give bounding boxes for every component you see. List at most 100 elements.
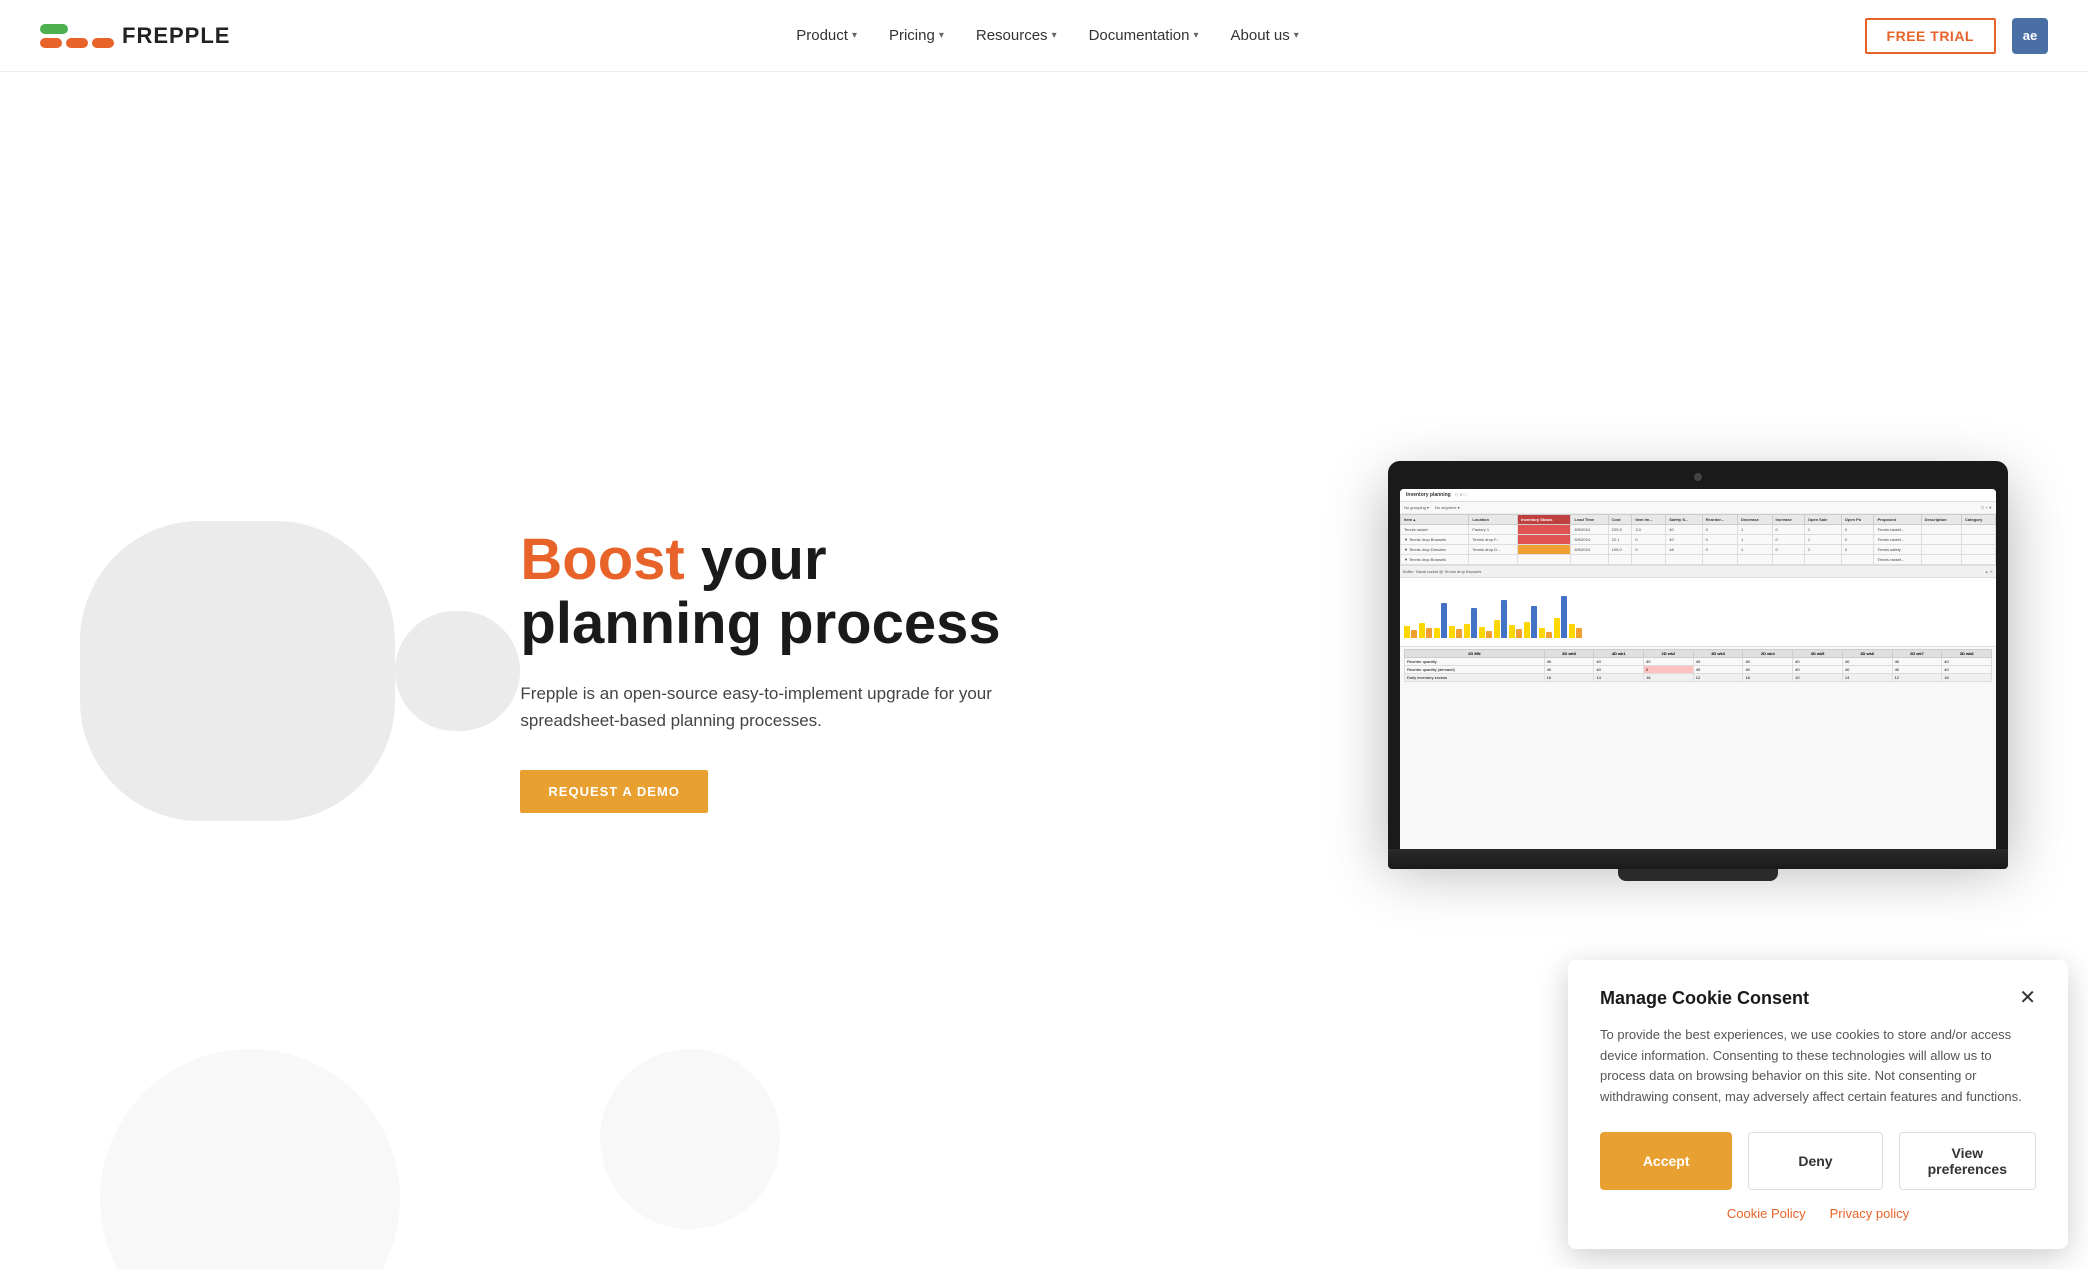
chart-area [1400,577,1996,646]
app-topbar: Inventory planning ⬡ ✕ □ [1400,489,1996,502]
nav-links: Product ▾ Pricing ▾ Resources ▾ Document… [784,19,1311,52]
bar [1471,608,1477,638]
bar [1456,629,1462,638]
cookie-policy-links: Cookie Policy Privacy policy [1600,1206,2036,1221]
bar [1501,600,1507,638]
cookie-policy-link[interactable]: Cookie Policy [1727,1206,1806,1221]
bar [1419,623,1425,638]
cookie-preferences-button[interactable]: View preferences [1899,1132,2036,1190]
app-data-table: Item ▴ Location Inventory Status Lead Ti… [1400,514,1996,565]
nav-item-product[interactable]: Product ▾ [784,19,869,52]
bar-group [1419,623,1432,638]
app-table-area: Item ▴ Location Inventory Status Lead Ti… [1400,514,1996,565]
laptop-stand [1618,869,1778,881]
bar [1546,632,1552,638]
bg-circle-2 [600,1049,780,1229]
cookie-consent-dialog: Manage Cookie Consent ✕ To provide the b… [1568,960,2068,1249]
bar-group [1449,626,1462,638]
bar-group [1554,596,1567,638]
bar [1539,628,1545,638]
chevron-down-icon: ▾ [1194,30,1199,41]
bar [1524,622,1530,638]
request-demo-button[interactable]: REQUEST A DEMO [520,770,708,813]
bar [1509,625,1515,638]
detail-table: 2D MN 3D wk8 4D wk1 2D wk2 3D wk3 2D wk4… [1404,649,1992,682]
bar [1486,631,1492,638]
chart-header: Buffer: Naval racket @ Tennis drop Bruss… [1400,565,1996,577]
bg-shape-2 [395,611,521,731]
nav-item-resources[interactable]: Resources ▾ [964,19,1069,52]
cookie-body-text: To provide the best experiences, we use … [1600,1025,2036,1108]
cookie-close-button[interactable]: ✕ [2019,988,2036,1008]
bar [1449,626,1455,638]
logo-text: FREPPLE [122,23,230,49]
hero-subtext: Frepple is an open-source easy-to-implem… [520,680,1000,734]
chevron-down-icon: ▾ [1294,30,1299,41]
bar-group [1494,600,1507,638]
bar [1426,628,1432,638]
bar-group [1509,625,1522,638]
free-trial-button[interactable]: FREE TRIAL [1865,18,1996,54]
nav-item-documentation[interactable]: Documentation ▾ [1077,19,1211,52]
bar [1479,627,1485,638]
table-row: ▼ Tennis drop Dresden Tennis drop D... 8… [1401,544,1996,554]
user-avatar[interactable]: ae [2012,18,2048,54]
hero-headline: Boost yourplanning process [520,528,1388,656]
detail-row: Reorder quantity (demand) 40 40 0 40 40 … [1405,665,1992,673]
detail-table-area: 2D MN 3D wk8 4D wk1 2D wk2 3D wk3 2D wk4… [1400,646,1996,684]
laptop-mockup: Inventory planning ⬡ ✕ □ No grouping ▾ N… [1388,461,2008,881]
chevron-down-icon: ▾ [939,30,944,41]
bar [1464,624,1470,638]
bar-group [1464,608,1477,638]
hero-illustration: Inventory planning ⬡ ✕ □ No grouping ▾ N… [1388,461,2008,881]
bar [1494,620,1500,638]
bar [1576,628,1582,638]
chart-bars [1404,582,1992,642]
table-row: ▼ Tennis drop Brussels Tennis drop F... … [1401,534,1996,544]
bar-group [1539,628,1552,638]
bar-group [1434,603,1447,638]
app-breadcrumb: ⬡ ✕ □ [1455,492,1466,497]
bar-group [1479,627,1492,638]
bar [1411,630,1417,638]
navbar: FREPPLE Product ▾ Pricing ▾ Resources ▾ … [0,0,2088,72]
bar-group [1569,624,1582,638]
detail-row: Reorder quantity 40 40 40 40 40 40 40 40 [1405,657,1992,665]
laptop-camera [1694,473,1702,481]
nav-item-pricing[interactable]: Pricing ▾ [877,19,956,52]
bg-shape-1 [80,521,395,821]
laptop-screen: Inventory planning ⬡ ✕ □ No grouping ▾ N… [1388,461,2008,849]
logo[interactable]: FREPPLE [40,23,230,49]
cookie-action-buttons: Accept Deny View preferences [1600,1132,2036,1190]
bar [1434,628,1440,638]
logo-icon [40,24,114,48]
cookie-deny-button[interactable]: Deny [1748,1132,1882,1190]
bar [1441,603,1447,638]
laptop-display: Inventory planning ⬡ ✕ □ No grouping ▾ N… [1400,489,1996,849]
chevron-down-icon: ▾ [852,30,857,41]
detail-row: Early inventory excess 16 14 16 12 18 10… [1405,673,1992,681]
laptop-base [1388,849,2008,869]
nav-item-about[interactable]: About us ▾ [1219,19,1311,52]
cookie-title: Manage Cookie Consent [1600,988,1809,1009]
bar [1516,629,1522,638]
hero-content: Boost yourplanning process Frepple is an… [520,528,1388,813]
bg-circle-1 [100,1049,400,1269]
privacy-policy-link[interactable]: Privacy policy [1830,1206,1909,1221]
app-filters: No grouping ▾ No segment ▾ ⬡ + ✕ [1400,502,1996,514]
bar [1531,606,1537,638]
app-screenshot: Inventory planning ⬡ ✕ □ No grouping ▾ N… [1400,489,1996,849]
bar [1561,596,1567,638]
table-row: ▼ Tennis drop Brussels [1401,554,1996,564]
hero-headline-accent: Boost [520,527,684,592]
bar [1404,626,1410,638]
bar [1569,624,1575,638]
chevron-down-icon: ▾ [1052,30,1057,41]
app-title: Inventory planning [1406,492,1451,498]
bar-group [1404,626,1417,638]
bar [1554,618,1560,638]
table-row: Tennis racket Factory 1 8/9/2024 229.5 3… [1401,524,1996,534]
nav-right: FREE TRIAL ae [1865,18,2048,54]
cookie-header: Manage Cookie Consent ✕ [1600,988,2036,1009]
cookie-accept-button[interactable]: Accept [1600,1132,1732,1190]
